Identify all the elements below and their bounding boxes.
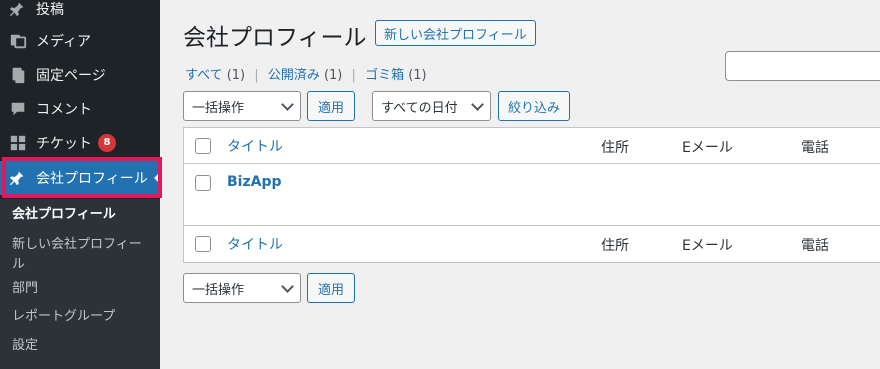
sidebar-item-company-profile[interactable]: 会社プロフィール [0, 161, 162, 195]
filter-all-count: (1) [226, 68, 246, 83]
column-address: 住所 [601, 140, 629, 156]
notification-badge: 8 [98, 134, 116, 152]
submenu: 会社プロフィール 新しい会社プロフィー ル 部門 レポートグループ 設定 [0, 199, 160, 369]
row-checkbox[interactable] [195, 175, 211, 191]
date-filter-select[interactable]: すべての日付 [372, 91, 491, 121]
admin-sidebar: 投稿 メディア 固定ページ コメント チケット 8 会社プロフィール 会社プロフ… [0, 0, 162, 369]
sidebar-item-label: メディア [36, 34, 92, 50]
chevron-down-icon [281, 97, 294, 111]
column-email: Eメール [682, 140, 733, 156]
sidebar-item-label: チケット [36, 136, 92, 152]
add-new-button[interactable]: 新しい会社プロフィール [375, 20, 536, 46]
status-filters: すべて (1) | 公開済み (1) | ゴミ箱 (1) [185, 64, 427, 83]
page-icon [0, 66, 36, 84]
submenu-item-add-new[interactable]: 新しい会社プロフィー ル [12, 235, 152, 275]
submenu-item-report-groups[interactable]: レポートグループ [12, 307, 152, 327]
comment-icon [0, 100, 36, 118]
select-all-checkbox-footer[interactable] [195, 236, 211, 252]
apply-button-top[interactable]: 適用 [307, 91, 355, 121]
media-icon [0, 32, 36, 50]
filter-button[interactable]: 絞り込み [498, 91, 570, 121]
column-title-footer[interactable]: タイトル [227, 234, 283, 254]
pin-icon [0, 169, 36, 187]
filter-published-link[interactable]: 公開済み [268, 68, 320, 83]
sidebar-item-label: コメント [36, 102, 92, 118]
separator: | [351, 68, 356, 83]
table-row: BizApp [184, 164, 880, 226]
column-title[interactable]: タイトル [227, 136, 283, 156]
row-title-link[interactable]: BizApp [227, 174, 282, 190]
column-email-footer: Eメール [682, 238, 733, 254]
select-all-checkbox[interactable] [195, 138, 211, 154]
bulk-action-value: 一括操作 [192, 100, 245, 116]
search-input[interactable] [725, 51, 880, 81]
bulk-action-select-bottom[interactable]: 一括操作 [183, 273, 301, 303]
date-filter-value: すべての日付 [381, 100, 458, 116]
table-header-row: タイトル 住所 Eメール 電話 [184, 128, 880, 164]
sidebar-item-label: 投稿 [36, 2, 64, 18]
list-table: タイトル 住所 Eメール 電話 BizApp タイトル 住所 Eメール 電話 [183, 127, 880, 263]
page-title: 会社プロフィール [183, 25, 367, 51]
filter-all-link[interactable]: すべて [185, 68, 223, 83]
grid-icon [0, 134, 36, 152]
sidebar-item-pages[interactable]: 固定ページ [0, 58, 160, 92]
sidebar-item-posts[interactable]: 投稿 [0, 0, 160, 26]
bulk-action-value: 一括操作 [192, 282, 245, 298]
submenu-item-settings[interactable]: 設定 [12, 336, 152, 356]
column-address-footer: 住所 [601, 238, 629, 254]
column-phone: 電話 [801, 140, 829, 156]
filter-trash-link[interactable]: ゴミ箱 [365, 68, 404, 83]
sidebar-item-media[interactable]: メディア [0, 24, 160, 58]
separator: | [254, 68, 259, 83]
submenu-item-departments[interactable]: 部門 [12, 279, 152, 299]
sidebar-item-comments[interactable]: コメント [0, 92, 160, 126]
apply-button-bottom[interactable]: 適用 [307, 273, 355, 303]
main-content: 会社プロフィール 新しい会社プロフィール すべて (1) | 公開済み (1) … [160, 0, 880, 369]
column-phone-footer: 電話 [801, 238, 829, 254]
bulk-action-select-top[interactable]: 一括操作 [183, 91, 301, 121]
pin-icon [0, 0, 36, 18]
sidebar-item-label: 固定ページ [36, 68, 106, 84]
submenu-item-company-profile[interactable]: 会社プロフィール [12, 205, 152, 225]
sidebar-item-tickets[interactable]: チケット 8 [0, 126, 160, 160]
chevron-down-icon [281, 279, 294, 293]
chevron-down-icon [471, 97, 484, 111]
sidebar-item-label: 会社プロフィール [36, 171, 148, 187]
filter-trash-count: (1) [408, 68, 427, 83]
table-footer-row: タイトル 住所 Eメール 電話 [184, 226, 880, 262]
filter-published-count: (1) [323, 68, 343, 83]
